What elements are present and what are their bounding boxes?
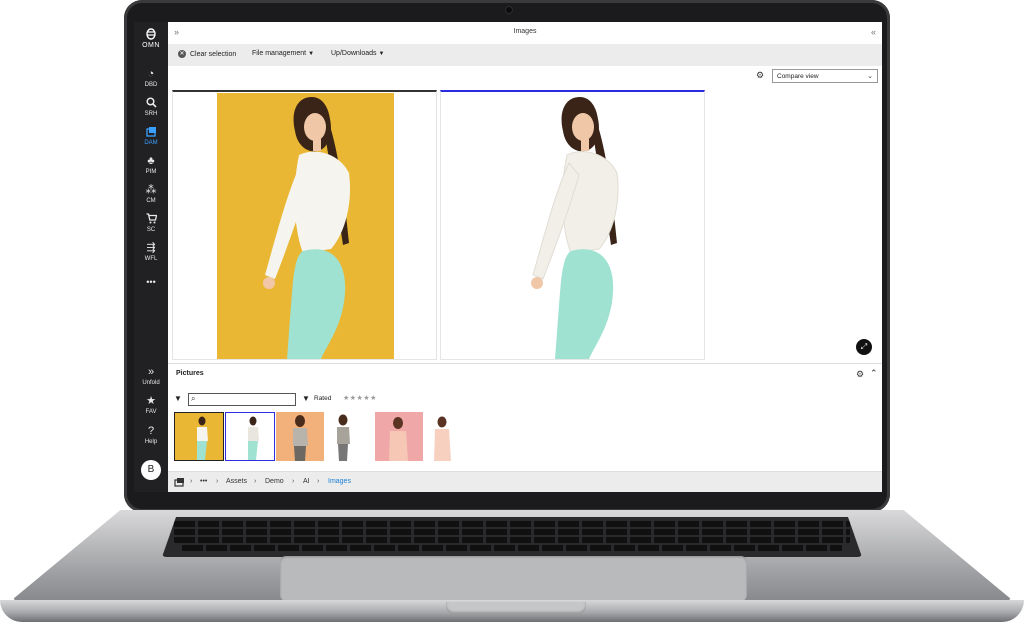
breadcrumb-separator: › <box>190 478 193 485</box>
thumbnail-yellow-background[interactable] <box>174 412 224 461</box>
network-icon: ⁂ <box>145 184 157 196</box>
chevron-down-icon: ▼ <box>378 51 385 57</box>
collapse-right-icon[interactable]: « <box>871 27 876 37</box>
sidebar-item-fav[interactable]: ★ FAV <box>134 395 168 421</box>
sidebar: OMN ◔ DBD SRH DAM ♣ PIM ⁂ CM SC ⇶ WFL ••… <box>134 22 168 492</box>
chevron-down-icon: ▼ <box>308 51 315 57</box>
chevron-down-icon: ⌄ <box>867 73 873 80</box>
file-management-menu[interactable]: File management ▼ <box>252 50 314 57</box>
toolbar: ✕ Clear selection File management ▼ Up/Dow… <box>168 44 882 66</box>
thumbnail-white-background[interactable] <box>326 412 360 461</box>
breadcrumb-item-ai[interactable]: AI <box>303 478 310 485</box>
unfold-icon: » <box>147 366 155 378</box>
breadcrumb-separator: › <box>254 478 257 485</box>
rated-label: Rated <box>314 395 332 402</box>
images-icon <box>134 126 168 139</box>
model-photo-cutout <box>485 93 662 359</box>
thumbnail-white-background-2[interactable] <box>426 412 458 461</box>
breadcrumb-item-assets[interactable]: Assets <box>226 478 247 485</box>
breadcrumb-separator: › <box>292 478 295 485</box>
view-row: ⚙ Compare view ⌄ <box>168 66 882 88</box>
top-bar: » Images « <box>168 22 882 45</box>
screen: OMN ◔ DBD SRH DAM ♣ PIM ⁂ CM SC ⇶ WFL ••… <box>134 22 882 492</box>
sidebar-item-help[interactable]: ? Help <box>134 425 168 451</box>
thumbnail-white-cutout[interactable] <box>225 412 275 461</box>
thumbnail-pink-background[interactable] <box>375 412 423 461</box>
more-icon: ••• <box>146 277 156 287</box>
images-icon[interactable] <box>174 477 185 489</box>
gear-icon[interactable]: ⚙ <box>756 70 764 81</box>
breadcrumb-item-demo[interactable]: Demo <box>265 478 284 485</box>
sidebar-item-dam[interactable]: DAM <box>134 126 168 152</box>
close-circle-icon: ✕ <box>178 50 186 58</box>
search-icon: ⌕ <box>191 394 196 403</box>
gear-icon[interactable]: ⚙ <box>856 369 864 380</box>
view-select[interactable]: Compare view ⌄ <box>772 69 878 83</box>
sidebar-item-cm[interactable]: ⁂ CM <box>134 184 168 210</box>
up-downloads-menu[interactable]: Up/Downloads ▼ <box>331 50 384 57</box>
breadcrumb-separator: › <box>216 478 219 485</box>
search-input[interactable]: ⌕ <box>188 393 296 406</box>
model-photo-yellow <box>217 93 394 359</box>
sidebar-item-wfl[interactable]: ⇶ WFL <box>134 242 168 268</box>
breadcrumb-separator: › <box>317 478 320 485</box>
rating-stars[interactable]: ★★★★★ <box>343 394 377 402</box>
dashboard-icon: ◔ <box>147 68 155 80</box>
cart-icon <box>134 213 168 226</box>
pim-icon: ♣ <box>147 155 155 167</box>
star-icon: ★ <box>146 395 156 407</box>
help-icon: ? <box>147 425 155 437</box>
breadcrumb: › ••• › Assets › Demo › AI › Images <box>168 471 882 492</box>
workflow-icon: ⇶ <box>146 242 156 254</box>
sidebar-item-unfold[interactable]: » Unfold <box>134 366 168 392</box>
keyboard <box>162 517 862 557</box>
camera-dot <box>506 7 512 13</box>
avatar[interactable]: B <box>141 460 161 480</box>
breadcrumb-more[interactable]: ••• <box>200 478 207 485</box>
window-title: Images <box>513 28 537 35</box>
thumbnail-orange-background[interactable] <box>276 412 324 461</box>
breadcrumb-item-images: Images <box>328 478 351 485</box>
compare-panel-original[interactable] <box>172 90 437 360</box>
logo-text: OMN <box>142 42 160 49</box>
pictures-panel: Pictures ⚙ ⌃ ▼ ⌕ ▼ Rated ★★★★★ <box>168 363 882 472</box>
sidebar-item-sc[interactable]: SC <box>134 213 168 239</box>
filter-icon[interactable]: ▼ <box>302 394 310 403</box>
sidebar-item-pim[interactable]: ♣ PIM <box>134 155 168 181</box>
laptop-notch <box>446 602 586 614</box>
sidebar-item-dbd[interactable]: ◔ DBD <box>134 68 168 94</box>
fullscreen-icon[interactable]: ⤢ <box>856 339 872 355</box>
compare-panel-cutout[interactable] <box>440 90 705 360</box>
sidebar-item-srh[interactable]: SRH <box>134 97 168 123</box>
filter-icon[interactable]: ▼ <box>174 394 182 403</box>
pictures-title: Pictures <box>176 370 204 377</box>
clear-selection-button[interactable]: ✕ Clear selection <box>178 50 236 58</box>
sidebar-item-more[interactable]: ••• <box>134 278 168 304</box>
chevron-up-icon[interactable]: ⌃ <box>870 368 878 379</box>
trackpad <box>280 556 747 601</box>
search-icon <box>134 97 168 110</box>
logo-icon <box>146 28 156 40</box>
